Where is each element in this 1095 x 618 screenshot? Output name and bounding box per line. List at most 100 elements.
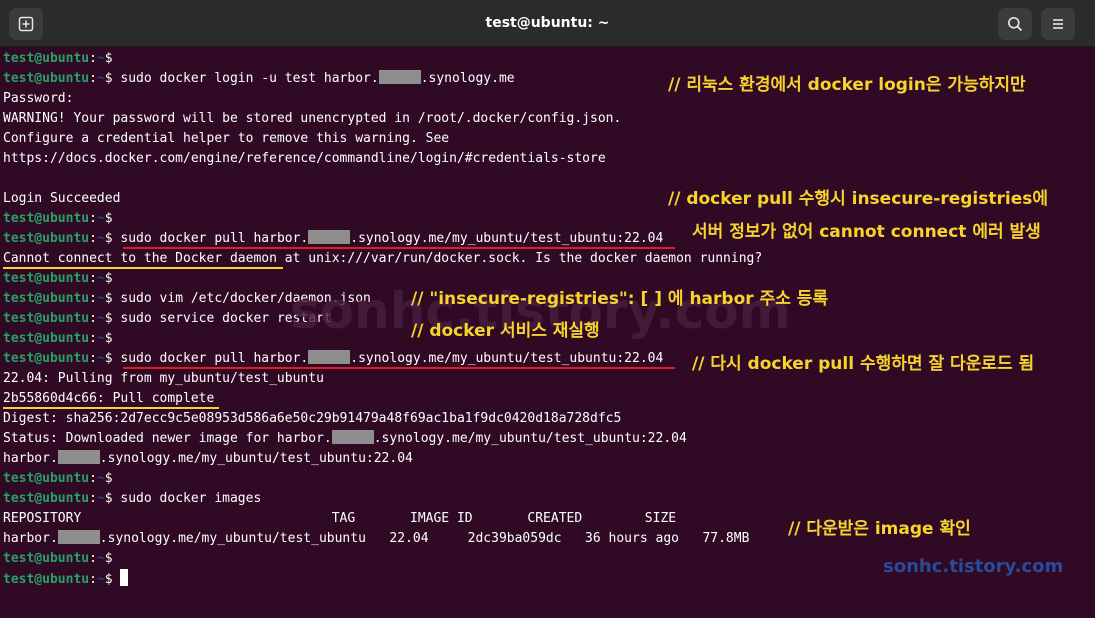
terminal-line: Configure a credential helper to remove … — [3, 129, 449, 149]
terminal-line: Digest: sha256:2d7ecc9c5e08953d586a6e50c… — [3, 409, 621, 429]
annotation-pull-fail-2: 서버 정보가 없어 cannot connect 에러 발생 — [692, 222, 1041, 242]
prompt-colon: : — [89, 211, 97, 226]
prompt-path: ~ — [96, 331, 105, 346]
prompt-colon: : — [89, 311, 97, 326]
output-text: 22.04: Pulling from my_ubuntu/test_ubunt… — [3, 371, 324, 386]
prompt-colon: : — [89, 331, 97, 346]
output-text: REPOSITORY TAG IMAGE ID CREATED SIZE — [3, 511, 677, 526]
terminal-line: test@ubuntu:~$ sudo docker pull harbor..… — [3, 229, 663, 249]
annotation-images: // 다운받은 image 확인 — [788, 519, 971, 539]
watermark-corner: sonhc.tistory.com — [883, 556, 1064, 577]
prompt-colon: : — [89, 351, 97, 366]
output-text: Login Succeeded — [3, 191, 121, 206]
terminal-line: test@ubuntu:~$ sudo service docker resta… — [3, 309, 332, 329]
terminal-line: harbor. .synology.me/my_ubuntu/test_ubunt… — [3, 449, 413, 469]
output-text: Cannot connect to the Docker daemon at u… — [3, 251, 763, 266]
prompt-symbol: $ — [104, 211, 113, 226]
annotation-login: // 리눅스 환경에서 docker login은 가능하지만 — [668, 75, 1026, 95]
prompt-symbol: $ — [104, 51, 113, 66]
prompt-path: ~ — [96, 291, 105, 306]
prompt-symbol: $ — [104, 572, 113, 587]
output-text-rest: .synology.me/my_ubuntu/test_ubuntu:22.04 — [373, 431, 687, 446]
prompt-user-host: test@ubuntu — [3, 271, 90, 286]
prompt-symbol: $ — [104, 291, 113, 306]
terminal-line: Login Succeeded — [3, 189, 120, 209]
prompt-colon: : — [89, 231, 97, 246]
terminal-line: Cannot connect to the Docker daemon at u… — [3, 249, 762, 269]
prompt-path: ~ — [96, 572, 105, 587]
terminal-line: test@ubuntu:~$ — [3, 569, 129, 589]
command-text-rest: .synology.me/my_ubuntu/test_ubuntu:22.04 — [350, 351, 664, 366]
output-text: harbor. — [3, 451, 58, 466]
terminal-line: test@ubuntu:~$ — [3, 329, 120, 349]
output-text-rest: .synology.me/my_ubuntu/test_ubuntu:22.04 — [99, 451, 413, 466]
command-text-rest: .synology.me — [420, 71, 515, 86]
prompt-user-host: test@ubuntu — [3, 311, 90, 326]
prompt-colon: : — [89, 471, 97, 486]
terminal-line: 22.04: Pulling from my_ubuntu/test_ubunt… — [3, 369, 324, 389]
terminal-line: test@ubuntu:~$ — [3, 469, 120, 489]
annotation-insecure-registries: // "insecure-registries": [ ] 에 harbor 주… — [411, 289, 829, 309]
redacted-hostname — [331, 430, 374, 444]
prompt-path: ~ — [96, 51, 105, 66]
prompt-symbol: $ — [104, 331, 113, 346]
prompt-path: ~ — [96, 351, 105, 366]
terminal-line: Password: — [3, 89, 73, 109]
command-text: sudo docker pull harbor. — [120, 231, 309, 246]
command-text: sudo docker login -u test harbor. — [120, 71, 379, 86]
output-text: Password: — [3, 91, 74, 106]
terminal-line: Status: Downloaded newer image for harbo… — [3, 429, 687, 449]
title-bar: test@ubuntu: ~ — [0, 0, 1095, 47]
prompt-user-host: test@ubuntu — [3, 51, 90, 66]
search-icon — [1008, 17, 1023, 32]
terminal-line: REPOSITORY TAG IMAGE ID CREATED SIZE — [3, 509, 676, 529]
prompt-symbol: $ — [104, 231, 113, 246]
search-button[interactable] — [998, 8, 1032, 40]
output-text-rest: .synology.me/my_ubuntu/test_ubuntu 22.04… — [99, 531, 750, 546]
prompt-path: ~ — [96, 491, 105, 506]
prompt-symbol: $ — [104, 271, 113, 286]
menu-button[interactable] — [1041, 8, 1075, 40]
window-title: test@ubuntu: ~ — [485, 15, 610, 31]
prompt-colon: : — [89, 291, 97, 306]
terminal-line: test@ubuntu:~$ — [3, 549, 120, 569]
prompt-user-host: test@ubuntu — [3, 231, 90, 246]
annotation-pull-success: // 다시 docker pull 수행하면 잘 다운로드 됨 — [692, 354, 1035, 374]
prompt-user-host: test@ubuntu — [3, 71, 90, 86]
terminal-line: test@ubuntu:~$ sudo docker pull harbor..… — [3, 349, 663, 369]
terminal-line: test@ubuntu:~$ sudo docker login -u test… — [3, 69, 515, 89]
prompt-path: ~ — [96, 71, 105, 86]
prompt-symbol: $ — [104, 311, 113, 326]
underline-pull-command-1 — [123, 247, 675, 249]
output-text: Status: Downloaded newer image for harbo… — [3, 431, 332, 446]
output-text: Configure a credential helper to remove … — [3, 131, 450, 146]
redacted-hostname — [57, 450, 100, 464]
menu-icon — [1053, 19, 1063, 29]
terminal-line: WARNING! Your password will be stored un… — [3, 109, 621, 129]
prompt-symbol: $ — [104, 71, 113, 86]
terminal-line: test@ubuntu:~$ — [3, 49, 120, 69]
redacted-hostname — [308, 350, 351, 364]
prompt-colon: : — [89, 271, 97, 286]
command-text-rest: .synology.me/my_ubuntu/test_ubuntu:22.04 — [350, 231, 664, 246]
terminal-line: test@ubuntu:~$ sudo docker images — [3, 489, 261, 509]
redacted-hostname — [378, 70, 421, 84]
prompt-colon: : — [89, 551, 97, 566]
terminal-line: test@ubuntu:~$ — [3, 209, 120, 229]
redacted-hostname — [57, 530, 100, 544]
underline-cannot-connect — [3, 267, 283, 269]
prompt-user-host: test@ubuntu — [3, 551, 90, 566]
prompt-path: ~ — [96, 471, 105, 486]
redacted-hostname — [308, 230, 351, 244]
prompt-user-host: test@ubuntu — [3, 491, 90, 506]
prompt-user-host: test@ubuntu — [3, 291, 90, 306]
output-text: WARNING! Your password will be stored un… — [3, 111, 622, 126]
annotation-pull-fail-1: // docker pull 수행시 insecure-registries에 — [668, 189, 1049, 209]
terminal-line: https://docs.docker.com/engine/reference… — [3, 149, 606, 169]
terminal-line: test@ubuntu:~$ — [3, 269, 120, 289]
prompt-colon: : — [89, 491, 97, 506]
prompt-colon: : — [89, 572, 97, 587]
text-cursor — [120, 569, 129, 586]
prompt-path: ~ — [96, 231, 105, 246]
command-text: sudo docker images — [120, 491, 262, 506]
